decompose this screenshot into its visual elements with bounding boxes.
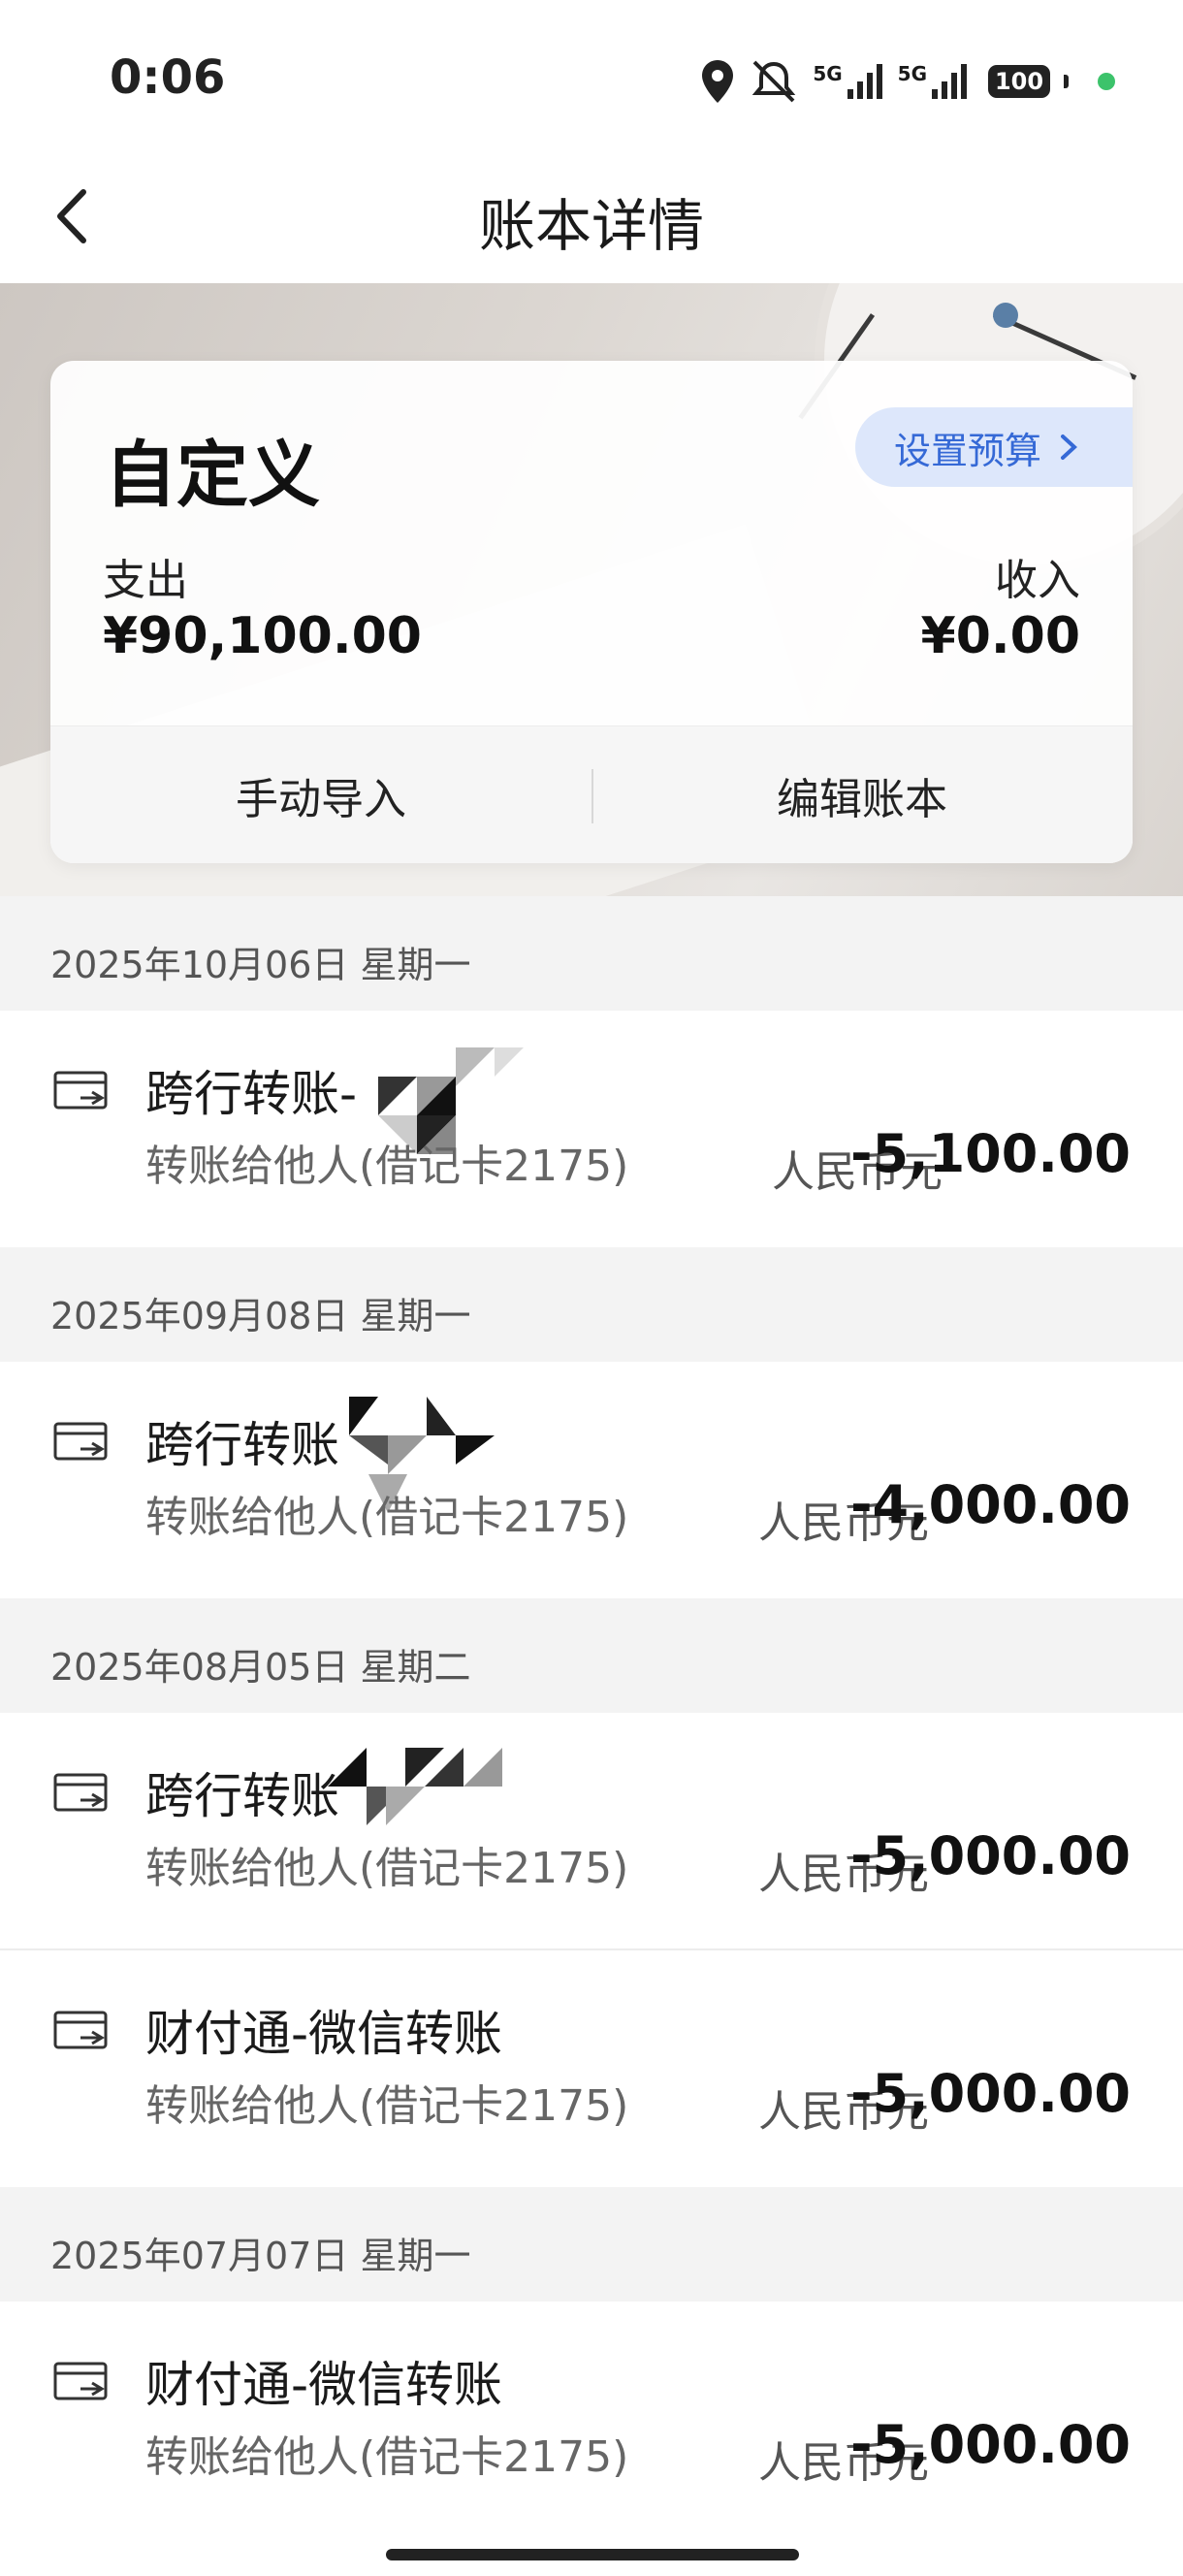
date-label: 2025年07月07日 星期一 [50,2235,471,2277]
signal-2: 5G [898,62,969,101]
privacy-indicator [1098,73,1115,90]
expense-value: ¥90,100.00 [103,607,422,665]
transfer-card-icon [53,1773,108,1812]
transaction-row[interactable]: 跨行转账 人民币元 转账给他人(借记卡2175) -4,000.00 [0,1362,1183,1598]
transaction-subtitle: 转账给他人(借记卡2175) [145,2081,629,2131]
transfer-card-icon [53,2362,108,2400]
transaction-row[interactable]: 跨行转账 人民币元 转账给他人(借记卡2175) -5,000.00 [0,1713,1183,1949]
transaction-subtitle: 转账给他人(借记卡2175) [145,1844,629,1893]
status-bar: 0:06 5G 5G 100 [0,0,1183,145]
nav-header: 账本详情 [0,145,1183,284]
page-title: 账本详情 [478,193,704,259]
transaction-subtitle: 转账给他人(借记卡2175) [145,1142,629,1191]
signal-1: 5G [813,62,883,101]
chevron-right-icon [1061,435,1077,460]
book-name: 自定义 [105,434,320,517]
net-label-1: 5G [813,62,843,85]
transfer-card-icon [53,1422,108,1461]
set-budget-label: 设置预算 [894,429,1042,472]
income-value: ¥0.00 [920,607,1080,665]
transaction-subtitle: 转账给他人(借记卡2175) [145,2432,629,2482]
date-header: 2025年10月06日 星期一 [0,896,1183,1011]
date-label: 2025年09月08日 星期一 [50,1295,471,1337]
set-budget-button[interactable]: 设置预算 [855,407,1133,487]
location-icon [702,60,734,103]
date-header: 2025年09月08日 星期一 [0,1247,1183,1362]
transaction-amount: -5,000.00 [850,2063,1131,2124]
signal-bars-icon [932,64,967,99]
redaction-mosaic [328,1748,502,1825]
battery-icon: 100 [988,65,1050,98]
battery-tip [1064,75,1069,88]
transaction-amount: -4,000.00 [850,1474,1131,1535]
status-time: 0:06 [110,50,226,105]
transaction-title: 跨行转账 [145,1417,339,1473]
transaction-amount: -5,100.00 [850,1123,1131,1184]
net-label-2: 5G [897,62,927,85]
decor-pin [993,303,1018,328]
status-icons: 5G 5G 100 [700,54,1115,109]
date-header: 2025年08月05日 星期二 [0,1598,1183,1713]
transfer-card-icon [53,2011,108,2049]
home-indicator[interactable] [386,2549,799,2560]
income-label: 收入 [995,556,1080,605]
book-summary-card: 自定义 设置预算 支出 ¥90,100.00 收入 ¥0.00 手动导入 编辑账… [50,361,1133,863]
transaction-title: 财付通-微信转账 [145,2006,503,2062]
transaction-row[interactable]: 财付通-微信转账 人民币元 转账给他人(借记卡2175) -5,000.00 [0,1950,1183,2187]
transaction-title: 跨行转账 [145,1768,339,1824]
transaction-title: 跨行转账- [145,1066,358,1122]
transaction-title: 财付通-微信转账 [145,2357,503,2413]
transaction-amount: -5,000.00 [850,1825,1131,1886]
date-header: 2025年07月07日 星期一 [0,2187,1183,2302]
date-label: 2025年10月06日 星期一 [50,944,471,986]
manual-import-button[interactable]: 手动导入 [50,726,592,863]
mute-icon [752,60,796,103]
edit-book-button[interactable]: 编辑账本 [592,726,1133,863]
signal-bars-icon [847,64,882,99]
date-label: 2025年08月05日 星期二 [50,1646,471,1689]
expense-label: 支出 [103,556,188,605]
transaction-row[interactable]: 财付通-微信转账 人民币元 转账给他人(借记卡2175) -5,000.00 [0,2302,1183,2538]
card-actions: 手动导入 编辑账本 [50,725,1133,863]
transaction-row[interactable]: 跨行转账- 人民币元 转账给他人(借记卡2175) -5,100.00 [0,1011,1183,1247]
transaction-amount: -5,000.00 [850,2414,1131,2475]
transaction-subtitle: 转账给他人(借记卡2175) [145,1493,629,1542]
transfer-card-icon [53,1071,108,1110]
